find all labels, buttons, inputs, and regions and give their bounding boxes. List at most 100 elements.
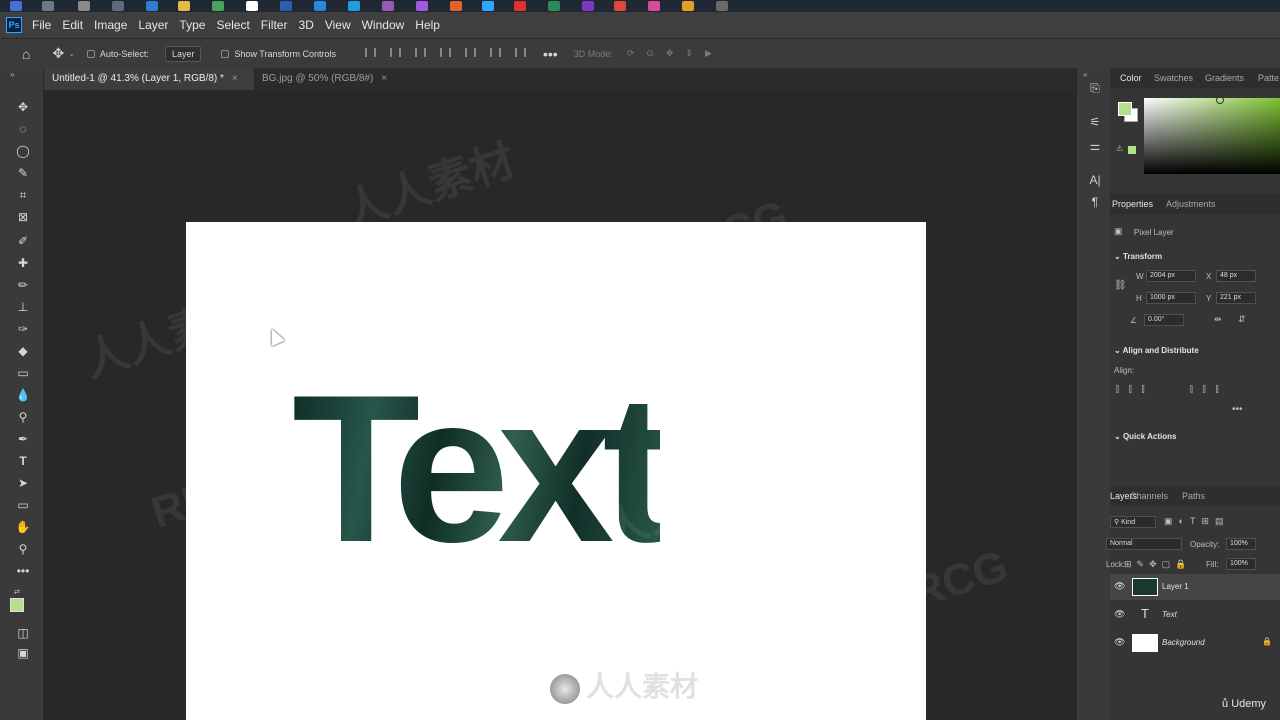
app-icon[interactable] bbox=[246, 1, 258, 11]
edge-icon[interactable] bbox=[146, 1, 158, 11]
app-icon[interactable] bbox=[548, 1, 560, 11]
close-icon[interactable]: × bbox=[381, 73, 387, 84]
document-workspace[interactable]: Text bbox=[44, 90, 1084, 720]
blur-tool-icon[interactable]: 💧 bbox=[14, 386, 32, 404]
premiere-icon[interactable] bbox=[382, 1, 394, 11]
path-select-tool-icon[interactable]: ➤ bbox=[14, 474, 32, 492]
start-icon[interactable] bbox=[10, 1, 22, 11]
stamp-tool-icon[interactable]: ⊥ bbox=[14, 298, 32, 316]
move-tool-icon[interactable]: ✥ bbox=[14, 98, 32, 116]
foreground-color-swatch[interactable] bbox=[10, 598, 24, 612]
menu-file[interactable]: File bbox=[32, 18, 51, 32]
align-buttons-right-group[interactable]: ⫿⫿⫿ bbox=[1190, 384, 1229, 395]
color-picker-field[interactable] bbox=[1144, 96, 1280, 174]
hand-tool-icon[interactable]: ✋ bbox=[14, 518, 32, 536]
document-canvas[interactable]: Text bbox=[186, 222, 926, 720]
opacity-field[interactable]: 100% bbox=[1226, 538, 1256, 550]
search-icon[interactable] bbox=[42, 1, 54, 11]
3d-roll-icon[interactable]: ⊙ bbox=[646, 48, 654, 59]
angle-field[interactable]: 0.00° bbox=[1144, 314, 1184, 326]
layer-row[interactable]: 👁 Layer 1 bbox=[1110, 574, 1280, 600]
tab-untitled-1[interactable]: Untitled-1 @ 41.3% (Layer 1, RGB/8) * × bbox=[44, 68, 254, 90]
explorer-icon[interactable] bbox=[178, 1, 190, 11]
healing-tool-icon[interactable]: ✚ bbox=[14, 254, 32, 272]
move-tool-icon[interactable]: ✥ bbox=[52, 45, 64, 62]
flip-vertical-icon[interactable]: ⇵ bbox=[1238, 314, 1246, 325]
menu-layer[interactable]: Layer bbox=[138, 18, 168, 32]
fill-field[interactable]: 100% bbox=[1226, 558, 1256, 570]
tab-gradients[interactable]: Gradients bbox=[1205, 68, 1244, 88]
app-icon[interactable] bbox=[280, 1, 292, 11]
align-top-icon[interactable] bbox=[433, 48, 458, 59]
gradient-tool-icon[interactable]: ▭ bbox=[14, 364, 32, 382]
tab-bg-jpg[interactable]: BG.jpg @ 50% (RGB/8#) × bbox=[254, 68, 404, 90]
expand-panels-icon[interactable]: « bbox=[1083, 70, 1087, 79]
task-view-icon[interactable] bbox=[112, 1, 124, 11]
photoshop-logo-icon[interactable]: Ps bbox=[6, 17, 22, 33]
tab-channels[interactable]: Channels bbox=[1130, 486, 1168, 506]
frame-tool-icon[interactable]: ⊠ bbox=[14, 208, 32, 226]
blend-mode-dropdown[interactable]: Normal bbox=[1106, 538, 1182, 550]
app-icon[interactable] bbox=[348, 1, 360, 11]
3d-camera-icon[interactable]: ▶ bbox=[705, 48, 712, 59]
3d-slide-icon[interactable]: ⇕ bbox=[685, 48, 693, 59]
brush-tool-icon[interactable]: ✏ bbox=[14, 276, 32, 294]
app-icon[interactable] bbox=[648, 1, 660, 11]
3d-drag-icon[interactable]: ✥ bbox=[666, 48, 674, 59]
brush-settings-icon[interactable]: ⚟ bbox=[1087, 114, 1103, 130]
tab-patterns[interactable]: Patte bbox=[1258, 68, 1279, 88]
x-field[interactable]: 48 px bbox=[1216, 270, 1256, 282]
lock-icons[interactable]: ⊞✎✥▢🔒 bbox=[1124, 559, 1191, 570]
layer-filter-icons[interactable]: ▣◐T⊞▤ bbox=[1164, 516, 1229, 527]
tab-swatches[interactable]: Swatches bbox=[1154, 68, 1193, 88]
tab-properties[interactable]: Properties bbox=[1112, 194, 1153, 214]
app-icon[interactable] bbox=[614, 1, 626, 11]
align-section-header[interactable]: ⌄ Align and Distribute bbox=[1114, 346, 1199, 355]
menu-help[interactable]: Help bbox=[415, 18, 440, 32]
quick-select-tool-icon[interactable]: ✎ bbox=[14, 164, 32, 182]
eyedropper-tool-icon[interactable]: ✐ bbox=[14, 232, 32, 250]
zoom-tool-icon[interactable]: ⚲ bbox=[14, 540, 32, 558]
align-bottom-icon[interactable] bbox=[483, 48, 508, 59]
menu-type[interactable]: Type bbox=[179, 18, 205, 32]
more-tools-icon[interactable]: ••• bbox=[14, 562, 32, 580]
link-dimensions-icon[interactable]: ⛓ bbox=[1114, 280, 1127, 291]
eraser-tool-icon[interactable]: ◆ bbox=[14, 342, 32, 360]
transform-section-header[interactable]: ⌄ Transform bbox=[1114, 252, 1162, 261]
history-brush-icon[interactable]: ✑ bbox=[14, 320, 32, 338]
home-icon[interactable]: ⌂ bbox=[22, 46, 30, 62]
align-right-icon[interactable] bbox=[408, 48, 433, 59]
menu-edit[interactable]: Edit bbox=[62, 18, 83, 32]
visibility-eye-icon[interactable]: 👁 bbox=[1114, 581, 1125, 592]
app-icon[interactable] bbox=[682, 1, 694, 11]
marquee-tool-icon[interactable]: ◌ bbox=[14, 120, 32, 138]
after-effects-icon[interactable] bbox=[416, 1, 428, 11]
align-middle-icon[interactable] bbox=[458, 48, 483, 59]
layer-row[interactable]: 👁 Background 🔒 bbox=[1110, 630, 1280, 656]
layer-filter-dropdown[interactable]: ⚲ Kind bbox=[1110, 516, 1156, 528]
app-icon[interactable] bbox=[582, 1, 594, 11]
collapse-icon[interactable]: » bbox=[10, 70, 14, 79]
align-left-icon[interactable] bbox=[358, 48, 383, 59]
app-icon[interactable] bbox=[212, 1, 224, 11]
menu-image[interactable]: Image bbox=[94, 18, 127, 32]
more-align-options-icon[interactable]: ••• bbox=[1232, 404, 1243, 415]
align-buttons-left-group[interactable]: ⫿⫿⫿ bbox=[1116, 384, 1155, 395]
close-icon[interactable]: × bbox=[232, 73, 238, 84]
flip-horizontal-icon[interactable]: ⇹ bbox=[1214, 314, 1222, 325]
tab-paths[interactable]: Paths bbox=[1182, 486, 1205, 506]
menu-window[interactable]: Window bbox=[362, 18, 405, 32]
menu-view[interactable]: View bbox=[325, 18, 351, 32]
distribute-icon[interactable] bbox=[508, 48, 533, 59]
visibility-eye-icon[interactable]: 👁 bbox=[1114, 609, 1125, 620]
lasso-tool-icon[interactable]: ◯ bbox=[14, 142, 32, 160]
illustrator-icon[interactable] bbox=[450, 1, 462, 11]
foreground-color-chip[interactable] bbox=[1118, 102, 1132, 116]
layer-row[interactable]: 👁 T Text bbox=[1110, 602, 1280, 628]
gamut-swatch[interactable] bbox=[1128, 146, 1136, 154]
menu-select[interactable]: Select bbox=[216, 18, 249, 32]
menu-3d[interactable]: 3D bbox=[298, 18, 313, 32]
color-picker-handle[interactable] bbox=[1216, 96, 1224, 104]
adjustments-icon[interactable]: ⚌ bbox=[1087, 138, 1103, 154]
crop-tool-icon[interactable]: ⌗ bbox=[14, 186, 32, 204]
